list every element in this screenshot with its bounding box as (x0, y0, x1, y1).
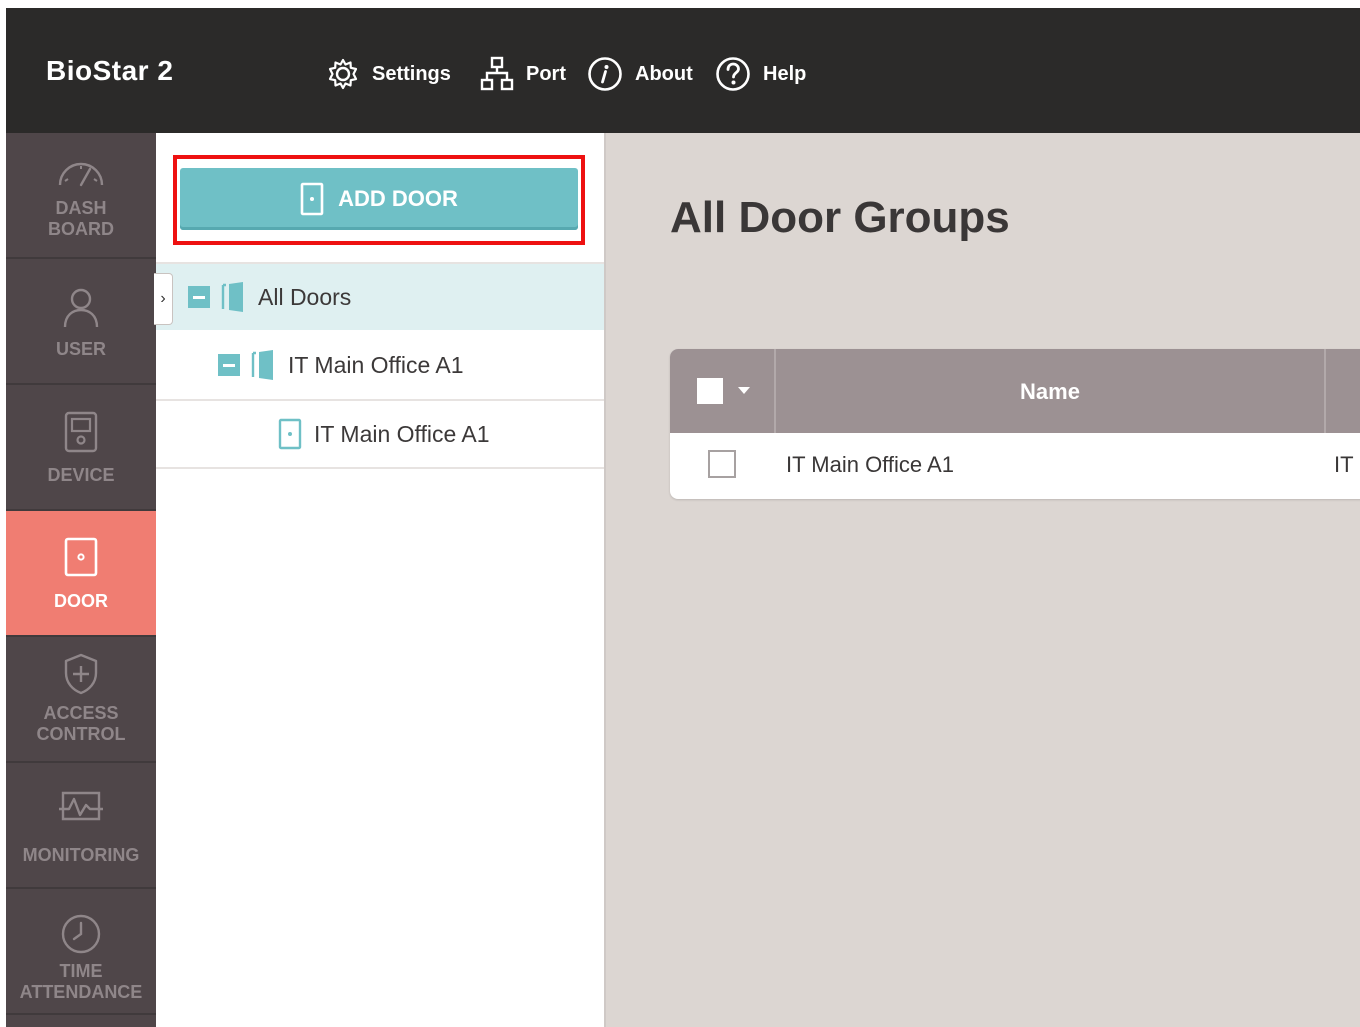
sidebar-item-door[interactable]: DOOR (6, 511, 156, 637)
sidebar-item-time-attendance[interactable]: TIME ATTENDANCE (6, 889, 156, 1015)
help-icon (716, 57, 750, 91)
door-tree-panel: ADD DOOR All Doors › IT Main Office A1 I… (154, 133, 606, 1027)
select-all-checkbox[interactable] (697, 378, 723, 404)
tree-node-label: All Doors (258, 283, 352, 310)
panel-collapse-handle[interactable]: › (154, 273, 173, 325)
sidebar-item-dashboard[interactable]: DASH BOARD (6, 133, 156, 259)
help-menu[interactable]: Help (715, 54, 806, 94)
settings-label: Settings (372, 62, 451, 85)
sidebar-item-access-control[interactable]: ACCESS CONTROL (6, 637, 156, 763)
shield-plus-icon (64, 653, 98, 695)
sidebar-item-label: DASH BOARD (48, 198, 114, 239)
sidebar-item-label: MONITORING (22, 845, 140, 865)
door-icon (278, 418, 302, 450)
divider (156, 467, 604, 469)
monitor-pulse-icon (59, 791, 103, 821)
port-menu[interactable]: Port (480, 54, 566, 94)
chevron-down-icon[interactable] (738, 387, 750, 394)
help-label: Help (763, 62, 807, 85)
door-icon (64, 537, 98, 577)
row-group-cell: IT (1334, 452, 1354, 477)
device-icon (64, 411, 98, 453)
tree-node-door[interactable]: IT Main Office A1 (156, 401, 604, 467)
main-content: All Door Groups Name IT Main Office A1 I… (606, 133, 1360, 1027)
row-checkbox[interactable] (708, 450, 736, 478)
column-header-name[interactable]: Name (776, 379, 1324, 405)
collapse-toggle[interactable] (188, 286, 210, 308)
user-icon (63, 288, 99, 328)
tree-node-all-doors[interactable]: All Doors (156, 264, 604, 330)
clock-icon (61, 914, 101, 954)
sidebar-item-device[interactable]: DEVICE (6, 385, 156, 511)
tree-node-group[interactable]: IT Main Office A1 (156, 332, 604, 398)
door-group-icon (221, 282, 243, 312)
sidebar-item-label: ACCESS CONTROL (36, 703, 126, 744)
gear-icon (328, 58, 358, 90)
tree-node-label: IT Main Office A1 (314, 420, 490, 447)
door-group-table: Name IT Main Office A1 IT (670, 349, 1360, 499)
about-label: About (635, 62, 693, 85)
port-label: Port (526, 62, 566, 85)
door-group-icon (251, 350, 273, 380)
network-icon (480, 56, 514, 91)
row-name-cell: IT Main Office A1 (786, 452, 954, 477)
sidebar-item-user[interactable]: USER (6, 259, 156, 385)
top-bar: BioStar 2 Settings Port About Help (6, 8, 1360, 133)
sidebar-item-label: TIME ATTENDANCE (19, 961, 143, 1002)
sidebar-item-monitoring[interactable]: MONITORING (6, 763, 156, 889)
column-divider (1324, 349, 1326, 433)
gauge-icon (58, 162, 104, 187)
sidebar-item-label: DEVICE (47, 465, 115, 485)
main-sidebar: DASH BOARD USER DEVICE DOOR ACCESS CONTR… (6, 133, 156, 1027)
info-icon (588, 57, 622, 91)
highlight-box (173, 155, 585, 245)
app-window: BioStar 2 Settings Port About Help DASH … (6, 8, 1360, 1027)
collapse-toggle[interactable] (218, 354, 240, 376)
about-menu[interactable]: About (587, 54, 693, 94)
sidebar-item-label: DOOR (54, 591, 108, 611)
sidebar-item-label: USER (55, 339, 106, 359)
tree-node-label: IT Main Office A1 (288, 351, 464, 378)
settings-menu[interactable]: Settings (326, 54, 451, 94)
page-title: All Door Groups (670, 193, 1010, 242)
app-logo[interactable]: BioStar 2 (46, 55, 173, 87)
table-header: Name (670, 349, 1360, 433)
